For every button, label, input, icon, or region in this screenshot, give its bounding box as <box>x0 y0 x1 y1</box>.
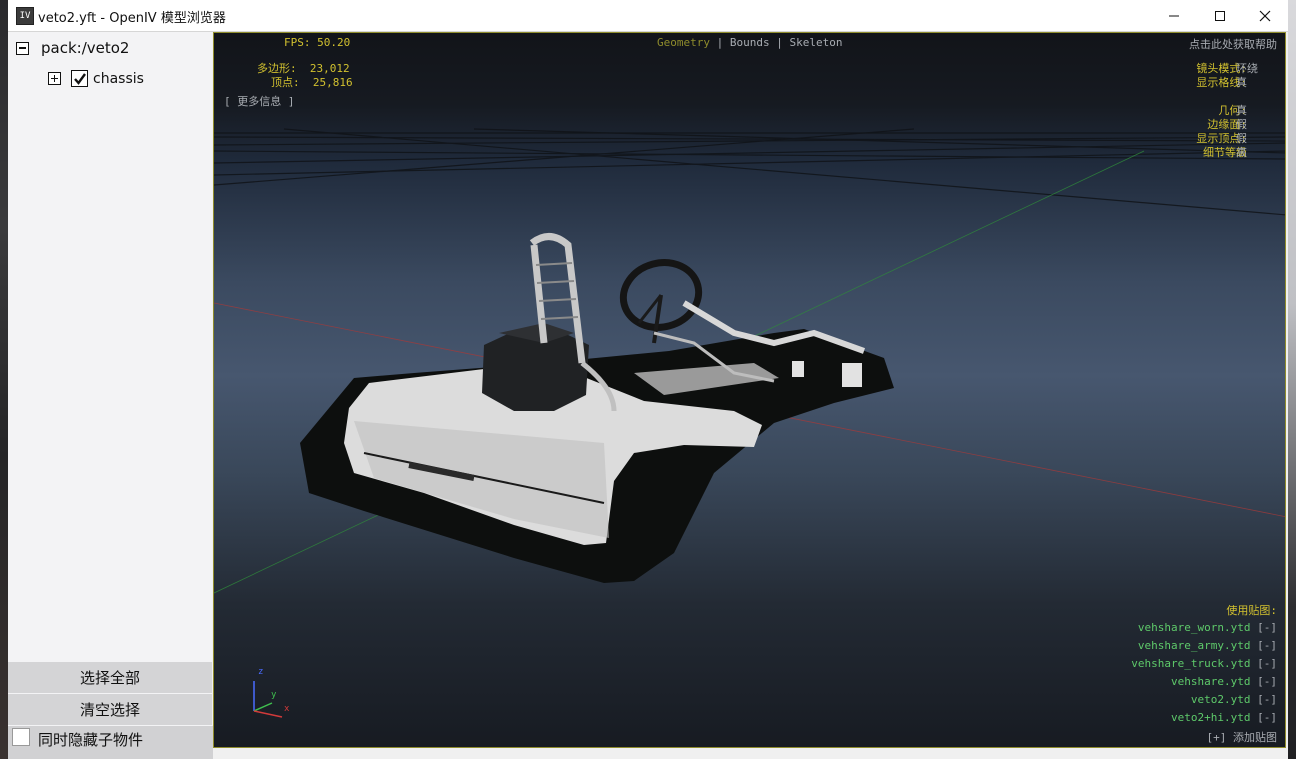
show-grid-value[interactable]: 真 <box>1236 74 1247 90</box>
minimize-button[interactable] <box>1151 0 1197 31</box>
remove-texture-button[interactable]: [-] <box>1257 639 1277 652</box>
hide-children-label: 同时隐藏子物件 <box>38 731 144 749</box>
select-all-button[interactable]: 选择全部 <box>8 662 212 693</box>
remove-texture-button[interactable]: [-] <box>1257 621 1277 634</box>
view-mode-tabs: Geometry | Bounds | Skeleton <box>657 36 843 49</box>
tree-node-root-label: pack:/veto2 <box>41 39 130 57</box>
remove-texture-button[interactable]: [-] <box>1257 675 1277 688</box>
hide-children-checkbox[interactable] <box>12 728 30 746</box>
remove-texture-button[interactable]: [-] <box>1257 711 1277 724</box>
lod-value[interactable]: 高 <box>1236 144 1247 160</box>
vertex-count: 顶点: 25,816 <box>271 76 353 89</box>
tab-geometry[interactable]: Geometry <box>657 36 710 49</box>
tab-skeleton[interactable]: Skeleton <box>789 36 842 49</box>
close-button[interactable] <box>1242 0 1288 31</box>
tree-node-root[interactable]: pack:/veto2 <box>16 39 129 57</box>
kart-model <box>300 233 894 583</box>
desktop-background-right <box>1288 0 1296 759</box>
texture-item: vehshare_truck.ytd [-] <box>1131 657 1277 670</box>
texture-item: veto2.ytd [-] <box>1190 693 1277 706</box>
texture-item: veto2+hi.ytd [-] <box>1171 711 1277 724</box>
axis-y-label: y <box>271 690 277 700</box>
texture-item: vehshare.ytd [-] <box>1171 675 1277 688</box>
remove-texture-button[interactable]: [-] <box>1257 693 1277 706</box>
expand-icon[interactable] <box>48 72 61 85</box>
close-icon <box>1259 10 1271 21</box>
desktop-background-left <box>0 0 8 759</box>
textures-title: 使用贴图: <box>1226 604 1277 617</box>
model-viewer-window: IV veto2.yft - OpenIV 模型浏览器 pack:/veto2 … <box>8 0 1288 759</box>
texture-item: vehshare_army.ytd [-] <box>1137 639 1277 652</box>
more-info-link[interactable]: [ 更多信息 ] <box>224 93 295 109</box>
maximize-icon <box>1215 10 1225 21</box>
chassis-checkbox[interactable] <box>71 70 88 87</box>
collapse-icon[interactable] <box>16 41 29 55</box>
app-icon: IV <box>16 7 34 25</box>
title-bar[interactable]: IV veto2.yft - OpenIV 模型浏览器 <box>8 0 1288 32</box>
axis-gizmo <box>253 681 283 718</box>
tree-node-chassis[interactable]: chassis <box>48 70 144 87</box>
window-title: veto2.yft - OpenIV 模型浏览器 <box>38 11 226 26</box>
scene-render <box>214 128 1285 718</box>
remove-texture-button[interactable]: [-] <box>1257 657 1277 670</box>
tree-node-chassis-label: chassis <box>93 70 144 87</box>
axis-x-label: x <box>284 704 290 714</box>
fps-readout: FPS: 50.20 <box>284 36 351 49</box>
ground-grid <box>214 128 1285 216</box>
add-texture-button[interactable]: [+] 添加贴图 <box>1207 729 1278 745</box>
scene-tree-panel: pack:/veto2 chassis 选择全部 清空选择 <box>8 32 212 726</box>
checkmark-icon <box>73 72 86 85</box>
help-link[interactable]: 点击此处获取帮助 <box>1189 36 1277 52</box>
texture-item: vehshare_worn.ytd [-] <box>1137 621 1277 634</box>
minimize-icon <box>1169 15 1179 16</box>
3d-viewport[interactable]: FPS: 50.20 多边形: 23,012 顶点: 25,816 [ 更多信息… <box>213 32 1286 748</box>
axis-z-label: z <box>258 667 264 677</box>
maximize-button[interactable] <box>1197 0 1243 31</box>
tab-bounds[interactable]: Bounds <box>730 36 770 49</box>
clear-selection-button[interactable]: 清空选择 <box>8 694 212 725</box>
